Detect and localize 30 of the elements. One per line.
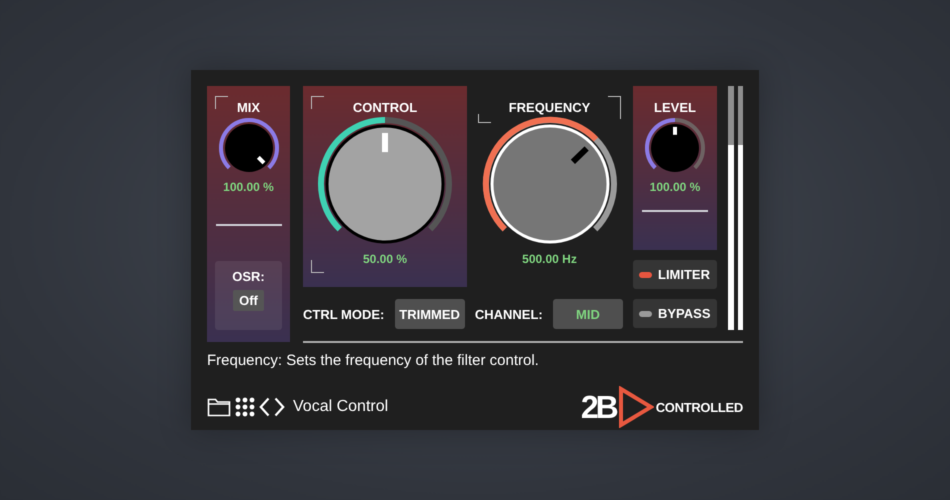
toggle-button[interactable]: BYPASS [633,299,717,328]
previous-icon[interactable] [259,397,270,417]
selector-label: CHANNEL: [474,306,543,322]
knob-value: 100.00 % [223,180,274,194]
knob-label: CONTROL [352,100,418,116]
preset-name[interactable]: Vocal Control [293,398,388,416]
toggle-button[interactable]: LIMITER [633,260,717,289]
corner-mark [311,96,324,109]
next-icon[interactable] [274,397,285,417]
corner-mark [608,96,621,119]
grid-icon[interactable] [235,397,255,417]
help-text: Frequency: Sets the frequency of the filter control. [207,352,540,370]
knob-label: FREQUENCY [508,100,590,116]
knob-value: 50.00 % [362,252,408,266]
logo-mark: 2B [580,388,616,426]
knob-value: 500.00 Hz [522,252,577,266]
triangle-icon [618,386,654,428]
knob-value: 100.00 % [650,180,700,194]
corner-mark [311,260,324,273]
knob-label: MIX [236,100,260,116]
osr-button[interactable]: Off [233,290,264,311]
selector-button[interactable]: MID [552,299,623,329]
corner-mark [478,114,491,123]
selector-button[interactable]: TRIMMED [394,299,465,329]
osr-label: OSR: [232,269,265,284]
folder-icon[interactable] [207,397,231,417]
knob-label: LEVEL [654,100,696,116]
corner-mark [215,96,228,109]
logo-name: CONTROLLED [656,400,743,414]
selector-label: CTRL MODE: [303,306,384,322]
